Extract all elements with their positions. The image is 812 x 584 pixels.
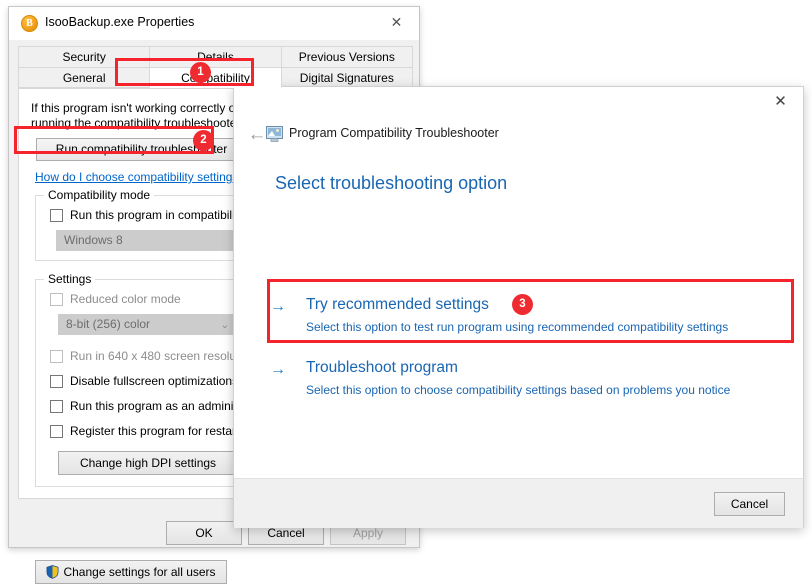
troubleshooter-header-title: Program Compatibility Troubleshooter [289, 126, 499, 140]
option-description: Select this option to choose compatibili… [306, 383, 731, 397]
option-description: Select this option to test run program u… [306, 320, 729, 334]
option-title[interactable]: Troubleshoot program [306, 359, 458, 377]
isoo-backup-icon: B [21, 15, 38, 32]
tab-security[interactable]: Security [18, 46, 151, 67]
annotation-badge-1: 1 [190, 62, 211, 83]
checkbox-register-for-restart[interactable]: Register this program for restart [50, 422, 239, 440]
checkbox-label: Reduced color mode [70, 292, 181, 306]
compatibility-mode-legend: Compatibility mode [44, 188, 155, 202]
page-title: Select troubleshooting option [275, 173, 508, 193]
change-settings-for-all-users-button[interactable]: Change settings for all users [35, 560, 227, 584]
change-high-dpi-settings-button[interactable]: Change high DPI settings [58, 451, 238, 475]
checkbox-box-icon[interactable] [50, 424, 63, 438]
checkbox-run-640x480: Run in 640 x 480 screen resolution [50, 347, 255, 365]
close-icon[interactable]: ✕ [758, 87, 803, 117]
checkbox-box-icon [50, 292, 63, 306]
isoo-backup-icon-letter: B [26, 18, 33, 29]
checkbox-box-icon[interactable] [50, 208, 63, 222]
option-title[interactable]: Try recommended settings [306, 296, 489, 314]
ok-button[interactable]: OK [166, 521, 242, 545]
properties-titlebar: B IsooBackup.exe Properties ✕ [9, 7, 419, 40]
settings-legend: Settings [44, 272, 96, 286]
checkbox-label: Register this program for restart [70, 424, 240, 438]
chevron-down-icon: ⌄ [220, 320, 229, 331]
tabstrip-row-bottom: General Compatibility Digital Signatures [18, 67, 413, 88]
tab-previous-versions[interactable]: Previous Versions [280, 46, 413, 67]
compatibility-mode-selected-value: Windows 8 [64, 233, 123, 247]
troubleshooter-footer: Cancel [234, 479, 803, 528]
tabstrip-row-top: Security Details Previous Versions [18, 46, 413, 67]
program-compatibility-icon [266, 126, 283, 142]
checkbox-disable-fullscreen-optimizations[interactable]: Disable fullscreen optimizations [50, 372, 238, 390]
close-icon[interactable]: ✕ [374, 7, 419, 38]
color-depth-select: 8-bit (256) color ⌄ [58, 314, 238, 335]
tab-digital-signatures[interactable]: Digital Signatures [280, 67, 413, 88]
change-settings-for-all-users-label: Change settings for all users [63, 565, 216, 579]
troubleshooter-cancel-button[interactable]: Cancel [714, 492, 785, 516]
tab-compatibility[interactable]: Compatibility [149, 67, 282, 88]
run-compatibility-troubleshooter-button[interactable]: Run compatibility troubleshooter [36, 138, 247, 161]
color-depth-selected-value: 8-bit (256) color [66, 317, 151, 331]
checkbox-label: Run in 640 x 480 screen resolution [70, 349, 256, 363]
checkbox-box-icon[interactable] [50, 399, 63, 413]
checkbox-box-icon [50, 349, 63, 363]
checkbox-box-icon[interactable] [50, 374, 63, 388]
checkbox-reduced-color-mode: Reduced color mode [50, 290, 181, 308]
shield-icon [47, 565, 59, 579]
tab-general[interactable]: General [18, 67, 151, 88]
tabstrip: Security Details Previous Versions Gener… [18, 46, 413, 89]
tab-details[interactable]: Details [149, 46, 282, 67]
annotation-badge-3: 3 [512, 294, 533, 315]
annotation-badge-2: 2 [193, 130, 214, 151]
arrow-right-icon: → [270, 298, 286, 315]
checkbox-label: Disable fullscreen optimizations [70, 374, 239, 388]
properties-title: IsooBackup.exe Properties [45, 15, 195, 29]
arrow-right-icon: → [270, 361, 286, 378]
